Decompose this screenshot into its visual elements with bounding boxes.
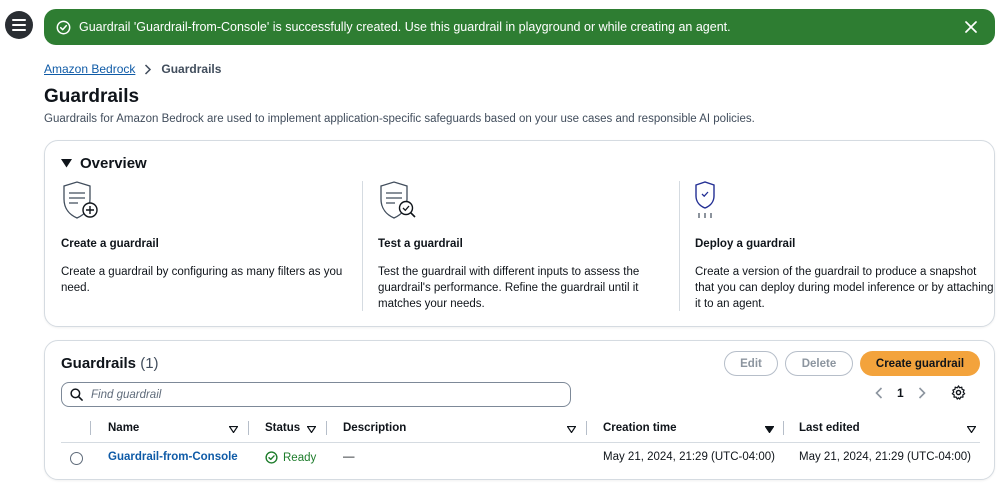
column-header-label: Last edited <box>799 422 860 434</box>
overview-deploy-text: Create a version of the guardrail to pro… <box>695 266 994 310</box>
overview-test-text: Test the guardrail with different inputs… <box>378 266 640 310</box>
column-header-status[interactable]: Status <box>265 422 325 434</box>
chevron-left-icon <box>875 387 883 399</box>
column-separator <box>248 421 249 435</box>
column-header-name[interactable]: Name <box>108 422 248 434</box>
flash-dismiss-button[interactable] <box>961 17 981 37</box>
chevron-right-icon <box>145 63 152 75</box>
overview-test-heading: Test a guardrail <box>378 238 463 250</box>
column-separator <box>90 421 91 435</box>
column-header-label: Description <box>343 422 407 434</box>
last-edited-cell: May 21, 2024, 21:29 (UTC-04:00) <box>799 451 971 463</box>
close-icon <box>965 21 977 33</box>
chevron-right-icon <box>918 387 926 399</box>
overview-toggle[interactable]: Overview <box>61 155 147 172</box>
overview-deploy-heading: Deploy a guardrail <box>695 238 796 250</box>
column-separator <box>586 421 587 435</box>
table-preferences-button[interactable] <box>951 385 966 400</box>
search-input[interactable] <box>91 388 531 401</box>
table-header: Name Status Description Creation time La… <box>61 417 980 443</box>
row-select-radio[interactable] <box>70 452 83 465</box>
table-row[interactable]: Guardrail-from-Console Ready — May 21, 2… <box>61 446 980 472</box>
hamburger-icon <box>12 19 26 31</box>
overview-create-text: Create a guardrail by configuring as man… <box>61 266 343 294</box>
delete-button[interactable]: Delete <box>785 351 853 376</box>
description-cell: — <box>343 451 355 463</box>
overview-create-heading: Create a guardrail <box>61 238 159 250</box>
overview-container: Overview Create a guardrail Create a gua… <box>44 140 995 327</box>
column-header-label: Status <box>265 422 301 434</box>
status-badge: Ready <box>265 451 316 464</box>
sort-icon <box>567 426 576 433</box>
sort-icon <box>229 426 238 433</box>
status-success-icon <box>265 451 278 464</box>
breadcrumb: Amazon Bedrock Guardrails <box>44 62 221 76</box>
edit-button[interactable]: Edit <box>724 351 778 376</box>
status-text: Ready <box>283 451 317 464</box>
creation-time-cell: May 21, 2024, 21:29 (UTC-04:00) <box>603 451 775 463</box>
guardrail-name-link[interactable]: Guardrail-from-Console <box>108 451 238 463</box>
column-separator <box>783 421 784 435</box>
success-flashbar: Guardrail 'Guardrail-from-Console' is su… <box>44 9 995 45</box>
nav-menu-button[interactable] <box>5 11 33 39</box>
table-title: Guardrails (1) <box>61 355 159 372</box>
pagination: 1 <box>875 386 926 400</box>
breadcrumb-amazon-bedrock[interactable]: Amazon Bedrock <box>44 62 135 76</box>
flash-message: Guardrail 'Guardrail-from-Console' is su… <box>79 20 731 34</box>
overview-title: Overview <box>80 155 147 172</box>
gear-icon <box>951 385 966 400</box>
sort-icon <box>307 426 316 433</box>
shield-plus-icon <box>61 181 361 223</box>
column-header-last-edited[interactable]: Last edited <box>799 422 979 434</box>
overview-create: Create a guardrail Create a guardrail by… <box>61 181 361 296</box>
next-page-button[interactable] <box>918 387 926 399</box>
overview-deploy: Deploy a guardrail Create a version of t… <box>695 181 995 312</box>
column-header-label: Creation time <box>603 422 677 434</box>
shield-deploy-icon <box>695 181 995 223</box>
sort-descending-icon <box>765 426 774 433</box>
search-field[interactable] <box>61 382 571 407</box>
breadcrumb-current: Guardrails <box>161 62 222 76</box>
search-icon <box>70 388 83 401</box>
overview-divider <box>362 181 363 311</box>
page-description: Guardrails for Amazon Bedrock are used t… <box>44 113 755 125</box>
overview-divider <box>679 181 680 311</box>
previous-page-button[interactable] <box>875 387 883 399</box>
guardrails-table-container: Guardrails (1) Edit Delete Create guardr… <box>44 340 995 480</box>
success-check-icon <box>56 20 71 34</box>
column-header-description[interactable]: Description <box>343 422 583 434</box>
page-number[interactable]: 1 <box>897 386 904 400</box>
create-guardrail-button[interactable]: Create guardrail <box>860 351 980 376</box>
column-header-creation-time[interactable]: Creation time <box>603 422 783 434</box>
table-count: (1) <box>140 355 159 372</box>
table-title-text: Guardrails <box>61 355 137 372</box>
page-title: Guardrails <box>44 86 140 107</box>
caret-down-icon <box>61 159 72 168</box>
column-header-label: Name <box>108 422 140 434</box>
overview-test: Test a guardrail Test the guardrail with… <box>378 181 678 312</box>
column-separator <box>326 421 327 435</box>
shield-search-icon <box>378 181 678 223</box>
sort-icon <box>967 426 976 433</box>
